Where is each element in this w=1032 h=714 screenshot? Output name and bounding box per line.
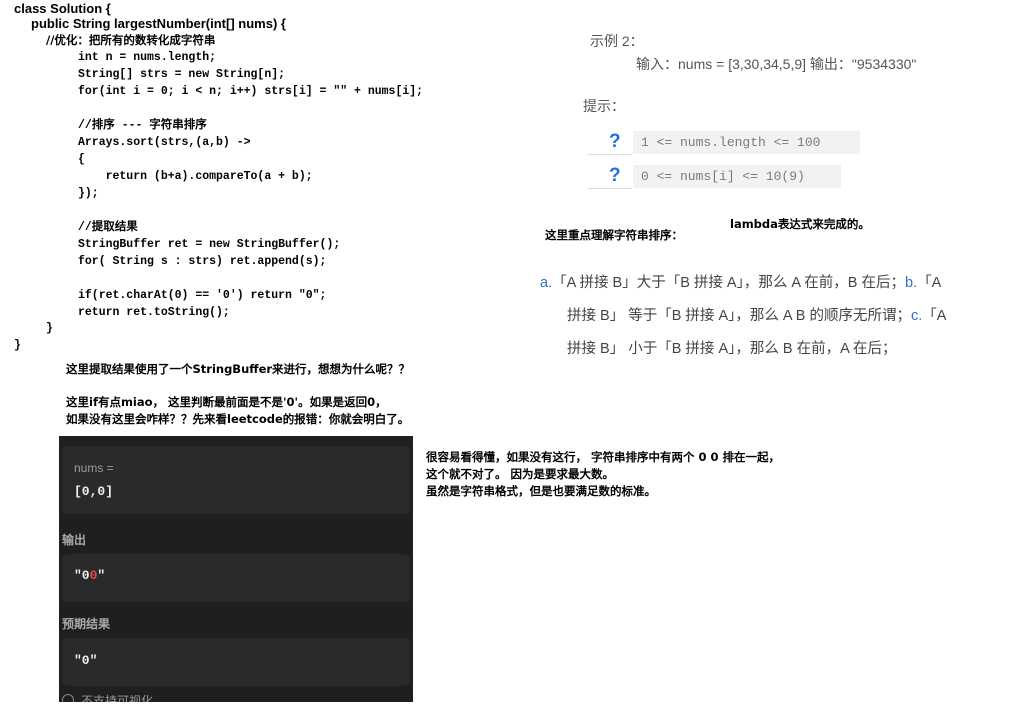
output-card [62,554,410,602]
code-line: int n = nums.length; [78,51,217,64]
input-label: nums = [74,461,114,475]
divider [588,154,632,155]
expected-label: 预期结果 [62,617,111,631]
code-close-class: } [14,339,21,352]
bullet-a: a. [540,275,553,291]
code-comment-extract: //提取结果 [78,221,138,234]
code-comment-optimize: //优化：把所有的数转化成字符串 [46,33,216,47]
code-line: for( String s : strs) ret.append(s); [78,255,327,268]
code-line: }); [78,187,99,200]
code-line: for(int i = 0; i < n; i++) strs[i] = "" … [78,85,424,98]
note-right-2: 这个就不对了。 因为是要求最大数。 [426,467,615,481]
note-right-3: 虽然是字符串格式，但是也要满足数的标准。 [426,484,656,498]
divider [588,188,632,189]
code-line: return ret.toString(); [78,306,230,319]
code-method-signature: public String largestNumber(int[] nums) … [31,16,286,31]
visualize-label: 不支持可视化 [81,694,154,702]
input-card [62,446,410,514]
output-quote-open: "0 [74,568,90,583]
explain-line2-text: 拼接 B」 等于「B 拼接 A」，那么 A B 的顺序无所谓； [567,308,912,324]
explain-c-text: 「A [922,308,947,324]
focus-label: 这里重点理解字符串排序： [545,228,683,242]
output-quote-close: " [97,568,106,583]
explain-b-text: 「A [917,275,942,291]
explain-line-1: a.「A 拼接 B」大于「B 拼接 A」，那么 A 在前，B 在后；b.「A [540,267,941,300]
code-line: StringBuffer ret = new StringBuffer(); [78,238,341,251]
note-if-line-2: 如果没有这里会咋样？？先来看leetcode的报错：你就会明白了。 [66,412,410,426]
focus-lambda: lambda表达式来完成的。 [730,217,870,231]
example-io: 输入：nums = [3,30,34,5,9] 输出："9534330" [636,56,917,72]
code-line: Arrays.sort(strs,(a,b) -> [78,136,251,149]
example-title: 示例 2： [590,33,644,49]
output-label: 输出 [62,533,87,547]
question-icon: ? [609,165,621,186]
constraint-value: 0 <= nums[i] <= 10(9) [633,165,841,188]
code-line: { [78,153,85,166]
visualize-toggle[interactable] [62,694,74,702]
explain-line-3: 拼接 B」 小于「B 拼接 A」，那么 B 在前，A 在后； [567,341,897,357]
question-icon: ? [609,131,621,152]
note-stringbuffer: 这里提取结果使用了一个StringBuffer来进行，想想为什么呢？？ [66,362,411,376]
input-value: [0,0] [74,484,114,499]
code-line: if(ret.charAt(0) == '0') return "0"; [78,289,327,302]
code-close-method: } [46,322,53,335]
hint-title: 提示： [583,98,625,114]
bullet-b: b. [904,275,918,291]
code-line: String[] strs = new String[n]; [78,68,286,81]
explain-a-text: 「A 拼接 B」大于「B 拼接 A」，那么 A 在前，B 在后； [552,275,905,291]
expected-value: "0" [74,653,98,668]
constraint-length: 1 <= nums.length <= 100 [633,131,860,154]
code-comment-sort: //排序 --- 字符串排序 [78,119,207,132]
bullet-c: c. [911,308,923,324]
expected-card [62,638,410,686]
note-if-line-1: 这里if有点miao， 这里判断最前面是不是'0'。如果是返回0， [66,395,387,409]
leetcode-result-panel: nums = [0,0] 输出 "00" 预期结果 "0" 不支持可视化 [59,436,413,702]
output-value: "00" [74,568,105,583]
note-right-1: 很容易看得懂，如果没有这行， 字符串排序中有两个 0 0 排在一起， [426,450,781,464]
code-line: return (b+a).compareTo(a + b); [78,170,313,183]
explain-line-2: 拼接 B」 等于「B 拼接 A」，那么 A B 的顺序无所谓；c.「A [567,300,946,333]
